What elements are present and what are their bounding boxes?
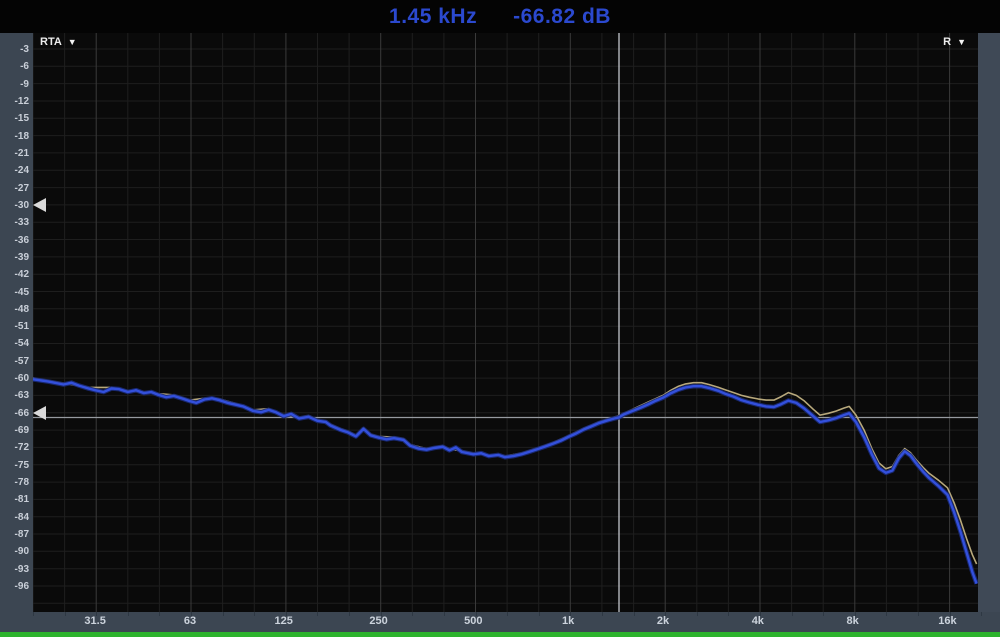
db-axis-label: -81 [14, 494, 29, 506]
db-axis-label: -87 [14, 529, 29, 541]
db-axis-label: -72 [14, 442, 29, 454]
frequency-readout: 1.45 kHz [389, 4, 478, 28]
db-axis-label: -63 [14, 390, 29, 402]
frequency-tick-mark [507, 612, 509, 616]
frequency-axis-label: 63 [183, 615, 197, 627]
db-axis-label: -48 [14, 303, 29, 315]
frequency-tick-mark [64, 612, 66, 616]
frequency-tick-mark [949, 612, 951, 616]
spectrum-plot-canvas [33, 33, 978, 612]
rta-analyzer-window: 1.45 kHz -66.82 dB -3 -6 -9 -12 -15 -18 -21 -24… [0, 0, 1000, 637]
level-readout: -66.82 dB [513, 4, 611, 28]
rta-mode-label: RTA [40, 36, 62, 48]
db-axis-gutter: -3 -6 -9 -12 -15 -18 -21 -24 -27 -30 -33 -36 -39 -42 -… [0, 33, 33, 612]
frequency-axis-label: 500 [464, 615, 483, 627]
chevron-down-icon: ▼ [957, 37, 966, 47]
channel-select-dropdown[interactable]: R ▼ [939, 34, 970, 50]
frequency-tick-mark [886, 612, 888, 616]
db-axis-label: -18 [14, 130, 29, 142]
frequency-tick-mark [601, 612, 603, 616]
db-axis-label: -36 [14, 234, 29, 246]
rta-mode-dropdown[interactable]: RTA ▼ [36, 34, 81, 50]
frequency-tick-mark [981, 612, 983, 616]
db-axis-label: -24 [14, 165, 29, 177]
frequency-tick-mark [475, 612, 477, 616]
db-axis-label: -51 [14, 321, 29, 333]
spectrum-plot-area[interactable]: RTA ▼ R ▼ [33, 33, 978, 612]
db-axis-label: -90 [14, 546, 29, 558]
frequency-tick-mark [33, 612, 34, 616]
frequency-tick-mark [222, 612, 224, 616]
level-marker-triangle[interactable] [33, 197, 46, 212]
db-axis-label: -54 [14, 338, 29, 350]
db-axis-label: -12 [14, 95, 29, 107]
frequency-tick-mark [791, 612, 793, 616]
db-axis-label: -39 [14, 251, 29, 263]
db-axis-label: -6 [20, 61, 29, 73]
db-axis-label: -96 [14, 580, 29, 592]
db-axis-label: -15 [14, 113, 29, 125]
db-axis-label: -3 [20, 44, 29, 55]
frequency-axis-label: 125 [274, 615, 293, 627]
frequency-axis-label: 2k [656, 615, 670, 627]
db-axis-label: -9 [20, 78, 29, 90]
frequency-tick-mark [759, 612, 761, 616]
db-axis-label: -27 [14, 182, 29, 194]
db-axis-label: -78 [14, 477, 29, 489]
frequency-tick-mark [728, 612, 730, 616]
frequency-tick-mark [349, 612, 351, 616]
channel-label: R [943, 36, 952, 48]
frequency-axis-label: 8k [846, 615, 859, 627]
db-axis-label: -45 [14, 286, 29, 298]
frequency-tick-mark [412, 612, 414, 616]
cursor-readout-bar: 1.45 kHz -66.82 dB [0, 0, 1000, 33]
frequency-tick-mark [191, 612, 193, 616]
frequency-tick-mark [538, 612, 540, 616]
db-axis-label: -60 [14, 373, 29, 385]
db-axis-label: -21 [14, 147, 29, 159]
frequency-tick-mark [159, 612, 161, 616]
frequency-tick-mark [633, 612, 635, 616]
frequency-axis-label: 31.5 [84, 615, 106, 627]
frequency-axis-label: 1k [562, 615, 575, 627]
frequency-tick-mark [696, 612, 698, 616]
frequency-tick-mark [918, 612, 920, 616]
frequency-axis-label: 250 [369, 615, 388, 627]
db-axis-label: -57 [14, 355, 29, 367]
frequency-tick-mark [665, 612, 667, 616]
frequency-tick-mark [823, 612, 825, 616]
frequency-tick-mark [854, 612, 856, 616]
chevron-down-icon: ▼ [67, 37, 77, 47]
db-axis-label: -66 [14, 407, 29, 419]
frequency-tick-mark [127, 612, 129, 616]
frequency-tick-mark [285, 612, 287, 616]
vertical-scrollbar[interactable] [978, 33, 1000, 612]
db-axis-label: -33 [14, 217, 29, 229]
frequency-axis-label: 16k [938, 615, 957, 627]
db-axis-label: -75 [14, 459, 29, 471]
frequency-tick-mark [380, 612, 382, 616]
db-axis-label: -30 [14, 199, 29, 211]
signal-level-meter [0, 632, 1000, 637]
frequency-tick-mark [570, 612, 572, 616]
frequency-tick-mark [254, 612, 256, 616]
db-axis-label: -84 [14, 511, 29, 523]
frequency-tick-mark [443, 612, 445, 616]
db-axis-label: -42 [14, 269, 29, 281]
db-axis-label: -69 [14, 425, 29, 437]
frequency-tick-mark [317, 612, 319, 616]
frequency-axis-gutter: 31.5 63 125 250 500 1k 2k 4k 8k 16k [0, 612, 1000, 632]
db-axis-label: -93 [14, 563, 29, 575]
level-marker-triangle[interactable] [33, 405, 46, 420]
frequency-tick-mark [96, 612, 98, 616]
frequency-axis-label: 4k [751, 615, 764, 627]
